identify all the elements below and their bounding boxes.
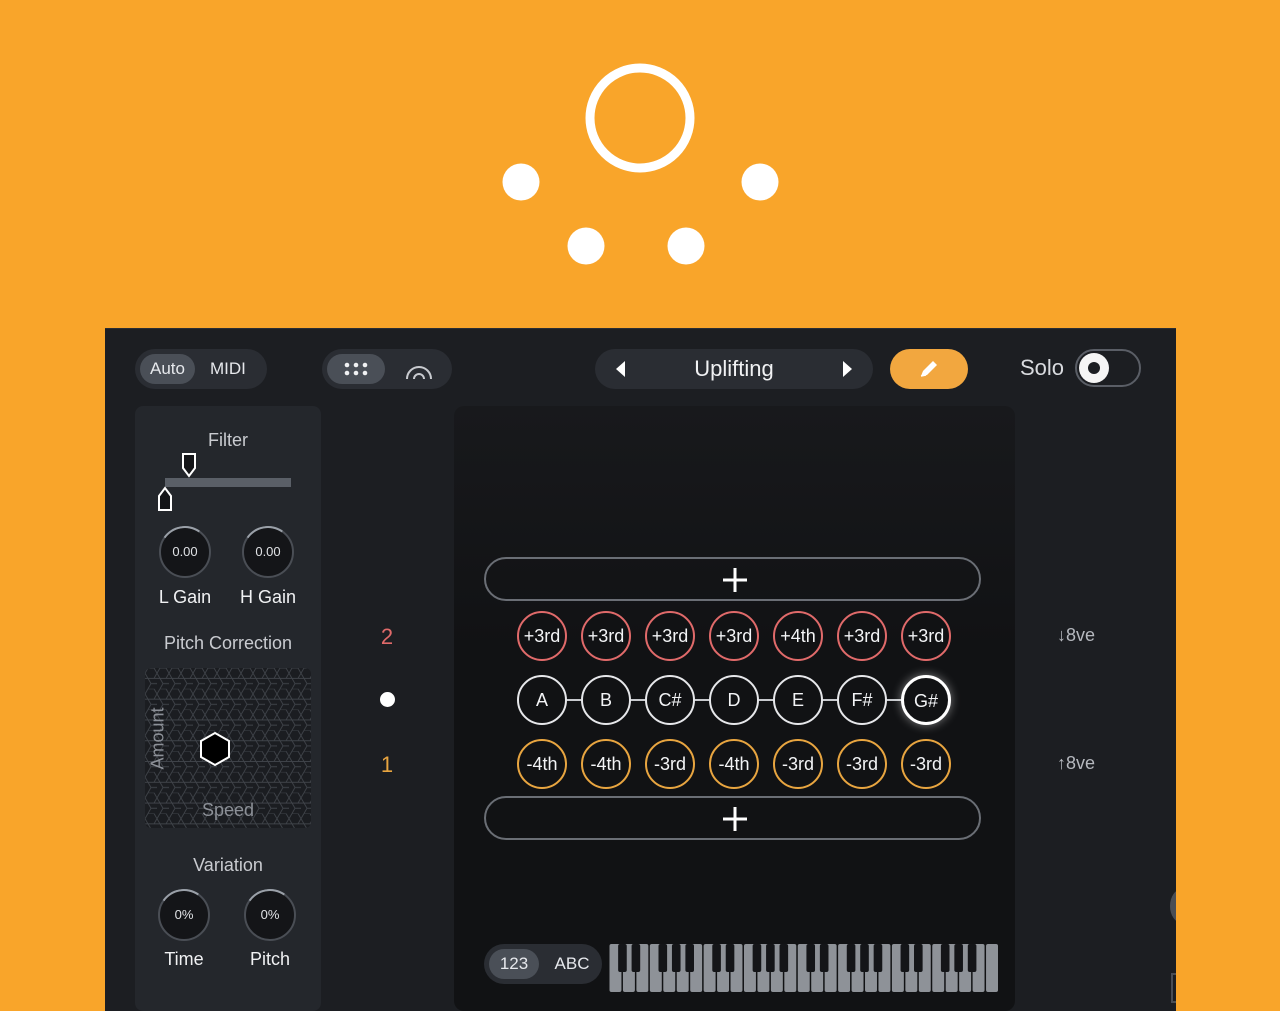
h-gain-knob[interactable]: 0.00 [242, 526, 294, 578]
upper-interval-7[interactable]: +3rd [901, 611, 951, 661]
black-key[interactable] [873, 944, 883, 972]
black-key[interactable] [725, 944, 735, 972]
black-key[interactable] [618, 944, 627, 972]
numbers-mode-button[interactable]: 123 [489, 949, 539, 979]
lower-interval-2[interactable]: -4th [581, 739, 631, 789]
high-cut-handle-icon[interactable] [181, 452, 197, 478]
label-mode-selector: 123 ABC [484, 944, 602, 984]
lower-interval-1[interactable]: -4th [517, 739, 567, 789]
amount-axis-label: Amount [147, 707, 168, 770]
black-key[interactable] [779, 944, 789, 972]
filter-label: Filter [208, 430, 248, 450]
note-a[interactable]: A [517, 675, 567, 725]
edge-tab[interactable] [1171, 973, 1176, 1003]
upper-interval-1[interactable]: +3rd [517, 611, 567, 661]
note-d[interactable]: D [709, 675, 759, 725]
black-key[interactable] [914, 944, 923, 972]
note-b[interactable]: B [581, 675, 631, 725]
arc-icon [406, 366, 432, 380]
preset-next-icon[interactable] [835, 357, 859, 381]
add-lower-row-button[interactable] [484, 796, 981, 840]
preset-selector: Uplifting [595, 349, 873, 389]
grid-view-button[interactable] [327, 354, 385, 384]
black-key[interactable] [658, 944, 668, 972]
filter-slider[interactable] [165, 478, 291, 487]
edit-button[interactable] [890, 349, 968, 389]
pitch-correction-handle-icon[interactable] [198, 731, 232, 767]
h-gain-label: H Gain [239, 587, 297, 607]
solo-toggle-knob [1079, 353, 1109, 383]
low-cut-handle-icon[interactable] [157, 486, 173, 512]
black-key[interactable] [752, 944, 762, 972]
speed-axis-label: Speed [201, 800, 255, 820]
octave-up-label: 8ve [1066, 753, 1096, 773]
note-c-sharp[interactable]: C# [645, 675, 695, 725]
black-key[interactable] [671, 944, 681, 972]
lower-interval-5[interactable]: -3rd [773, 739, 823, 789]
piano-keyboard[interactable] [609, 944, 999, 992]
lower-interval-4[interactable]: -4th [709, 739, 759, 789]
upper-row-number: 2 [380, 624, 394, 649]
black-key[interactable] [685, 944, 694, 972]
pencil-icon [920, 361, 937, 377]
black-key[interactable] [846, 944, 856, 972]
lower-interval-3[interactable]: -3rd [645, 739, 695, 789]
l-gain-label: L Gain [158, 587, 212, 607]
mode-midi-button[interactable]: MIDI [200, 354, 256, 384]
lower-row-number: 1 [380, 752, 394, 777]
plus-icon [723, 568, 747, 592]
upper-interval-5[interactable]: +4th [773, 611, 823, 661]
variation-label: Variation [193, 855, 263, 875]
pitch-label: Pitch [249, 949, 291, 969]
black-key[interactable] [819, 944, 829, 972]
octave-up-control[interactable]: ↑8ve [1057, 753, 1095, 774]
black-key[interactable] [806, 944, 816, 972]
l-gain-knob[interactable]: 0.00 [159, 526, 211, 578]
preset-prev-icon[interactable] [609, 357, 633, 381]
time-knob[interactable]: 0% [158, 889, 210, 941]
lower-interval-7[interactable]: -3rd [901, 739, 951, 789]
add-upper-row-button[interactable] [484, 557, 981, 601]
black-key[interactable] [631, 944, 641, 972]
pitch-knob[interactable]: 0% [244, 889, 296, 941]
black-key[interactable] [766, 944, 775, 972]
time-label: Time [164, 949, 204, 969]
mode-auto-button[interactable]: Auto [140, 354, 195, 384]
plus-icon [723, 807, 747, 831]
note-e[interactable]: E [773, 675, 823, 725]
black-key[interactable] [967, 944, 977, 972]
view-selector [322, 349, 452, 389]
left-panel: Filter 0.00 L Gain 0.00 H Gain Pitch Cor… [135, 406, 321, 1011]
mode-selector: Auto MIDI [135, 349, 267, 389]
solo-label: Solo [1020, 355, 1065, 380]
plugin-window: Auto MIDI Uplifting Solo Filter 0.00 L G… [105, 328, 1176, 1011]
letters-mode-button[interactable]: ABC [547, 949, 597, 979]
pitch-correction-label: Pitch Correction [163, 633, 293, 653]
note-f-sharp[interactable]: F# [837, 675, 887, 725]
note-g-sharp[interactable]: G# [901, 675, 951, 725]
arrow-down-icon: ↓ [1057, 625, 1066, 645]
black-key[interactable] [712, 944, 721, 972]
grid-dots-icon [344, 362, 368, 376]
preset-name[interactable]: Uplifting [635, 349, 833, 389]
black-key[interactable] [940, 944, 950, 972]
white-key[interactable] [986, 944, 998, 992]
solo-toggle[interactable] [1075, 349, 1141, 387]
lower-interval-6[interactable]: -3rd [837, 739, 887, 789]
root-row-dot [380, 692, 395, 707]
black-key[interactable] [860, 944, 869, 972]
black-key[interactable] [900, 944, 910, 972]
upper-interval-6[interactable]: +3rd [837, 611, 887, 661]
octave-down-control[interactable]: ↓8ve [1057, 625, 1095, 646]
octave-down-label: 8ve [1066, 625, 1096, 645]
arrow-up-icon: ↑ [1057, 753, 1066, 773]
black-key[interactable] [954, 944, 963, 972]
upper-interval-4[interactable]: +3rd [709, 611, 759, 661]
upper-interval-3[interactable]: +3rd [645, 611, 695, 661]
upper-interval-2[interactable]: +3rd [581, 611, 631, 661]
harmony-grid: +3rd +3rd +3rd +3rd +4th +3rd +3rd A B C… [454, 406, 1015, 1011]
edge-handle[interactable] [1170, 889, 1176, 923]
arc-view-button[interactable] [390, 354, 448, 384]
app-logo [502, 63, 779, 265]
